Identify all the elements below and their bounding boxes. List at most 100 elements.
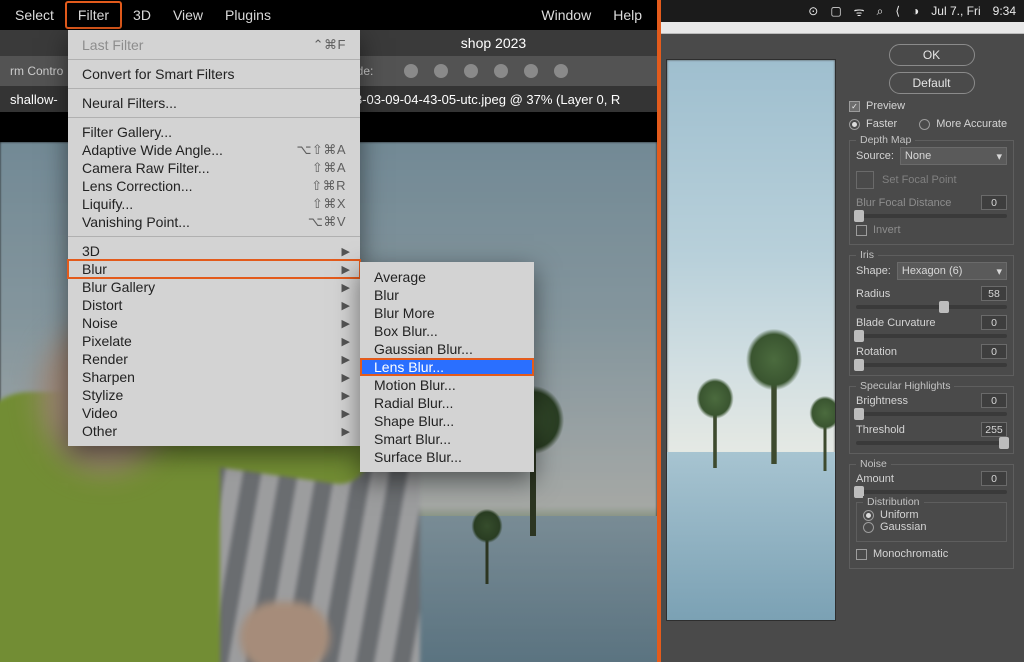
amount-slider[interactable]: [856, 490, 1007, 494]
lens-blur-preview: [661, 34, 841, 662]
faster-radio[interactable]: [849, 119, 860, 130]
lens-blur-controls: OK Default ✓ Preview Faster More Accurat…: [841, 34, 1024, 662]
tool-icon[interactable]: [524, 64, 538, 78]
shape-select[interactable]: Hexagon (6)▾: [897, 262, 1007, 280]
menu-vanishing-point[interactable]: Vanishing Point...⌥⌘V: [68, 213, 360, 231]
gaussian-label: Gaussian: [880, 521, 926, 533]
mac-menu-bar: ⊙ ▢ ᯤ ⌕ ⟨ ◑ Jul 7., Fri 9:34: [661, 0, 1024, 22]
recording-icon: ⊙: [808, 4, 818, 18]
preview-checkbox[interactable]: ✓: [849, 101, 860, 112]
menu-blur-gallery-sub[interactable]: Blur Gallery▶: [68, 278, 360, 296]
menu-filter-gallery[interactable]: Filter Gallery...: [68, 123, 360, 141]
battery-icon: ▢: [830, 4, 841, 18]
rotation-slider[interactable]: [856, 363, 1007, 367]
menu-window[interactable]: Window: [530, 3, 602, 27]
siri-icon[interactable]: ◑: [912, 4, 919, 18]
menu-plugins[interactable]: Plugins: [214, 3, 282, 27]
menu-adaptive-wide-angle[interactable]: Adaptive Wide Angle...⌥⇧⌘A: [68, 141, 360, 159]
uniform-radio[interactable]: [863, 510, 874, 521]
shape-label: Shape:: [856, 265, 891, 277]
radius-value[interactable]: 58: [981, 286, 1007, 301]
menu-stylize-sub[interactable]: Stylize▶: [68, 386, 360, 404]
menu-neural-filters[interactable]: Neural Filters...: [68, 94, 360, 112]
amount-value[interactable]: 0: [981, 471, 1007, 486]
menu-blur-gaussian[interactable]: Gaussian Blur...: [360, 340, 534, 358]
radius-slider[interactable]: [856, 305, 1007, 309]
blur-focal-value[interactable]: 0: [981, 195, 1007, 210]
filter-dropdown: Last Filter⌃⌘F Convert for Smart Filters…: [68, 30, 360, 446]
menu-convert-smart[interactable]: Convert for Smart Filters: [68, 65, 360, 83]
menu-select[interactable]: Select: [4, 3, 65, 27]
menubar: Select Filter 3D View Plugins Window Hel…: [0, 0, 657, 30]
menu-filter[interactable]: Filter: [65, 1, 122, 29]
blur-focal-label: Blur Focal Distance: [856, 197, 951, 209]
menu-view[interactable]: View: [162, 3, 214, 27]
tool-icon[interactable]: [494, 64, 508, 78]
more-accurate-label: More Accurate: [936, 118, 1007, 130]
tool-icon[interactable]: [464, 64, 478, 78]
distribution-group: Distribution Uniform Gaussian: [856, 502, 1007, 542]
depth-map-group: Depth Map Source: None▾ Set Focal Point …: [849, 140, 1014, 245]
status-time[interactable]: 9:34: [993, 4, 1016, 18]
control-center-icon[interactable]: ⟨: [895, 4, 900, 18]
menu-blur-smart[interactable]: Smart Blur...: [360, 430, 534, 448]
menu-lens-correction[interactable]: Lens Correction...⇧⌘R: [68, 177, 360, 195]
menu-liquify[interactable]: Liquify...⇧⌘X: [68, 195, 360, 213]
menu-blur-shape[interactable]: Shape Blur...: [360, 412, 534, 430]
menu-blur-motion[interactable]: Motion Blur...: [360, 376, 534, 394]
source-label: Source:: [856, 150, 894, 162]
default-button[interactable]: Default: [889, 72, 975, 94]
menu-render-sub[interactable]: Render▶: [68, 350, 360, 368]
menu-3d-sub[interactable]: 3D▶: [68, 242, 360, 260]
threshold-label: Threshold: [856, 424, 905, 436]
blur-focal-slider[interactable]: [856, 214, 1007, 218]
mono-label: Monochromatic: [873, 548, 948, 560]
brightness-value[interactable]: 0: [981, 393, 1007, 408]
menu-camera-raw[interactable]: Camera Raw Filter...⇧⌘A: [68, 159, 360, 177]
menu-distort-sub[interactable]: Distort▶: [68, 296, 360, 314]
tool-icon[interactable]: [554, 64, 568, 78]
ok-button[interactable]: OK: [889, 44, 975, 66]
tool-icon[interactable]: [404, 64, 418, 78]
threshold-slider[interactable]: [856, 441, 1007, 445]
menu-3d[interactable]: 3D: [122, 3, 162, 27]
menu-blur-box[interactable]: Box Blur...: [360, 322, 534, 340]
brightness-label: Brightness: [856, 395, 908, 407]
menu-blur-surface[interactable]: Surface Blur...: [360, 448, 534, 466]
menu-noise-sub[interactable]: Noise▶: [68, 314, 360, 332]
menu-blur-sub[interactable]: Blur▶: [68, 260, 360, 278]
threshold-value[interactable]: 255: [981, 422, 1007, 437]
invert-checkbox: [856, 225, 867, 236]
search-icon[interactable]: ⌕: [877, 4, 884, 19]
status-date[interactable]: Jul 7., Fri: [931, 4, 980, 18]
photoshop-window: Select Filter 3D View Plugins Window Hel…: [0, 0, 657, 662]
source-select[interactable]: None▾: [900, 147, 1007, 165]
rotation-value[interactable]: 0: [981, 344, 1007, 359]
mono-checkbox[interactable]: [856, 549, 867, 560]
gaussian-radio[interactable]: [863, 522, 874, 533]
menu-blur-radial[interactable]: Radial Blur...: [360, 394, 534, 412]
noise-group: Noise Amount 0 Distribution Uniform: [849, 464, 1014, 569]
blade-value[interactable]: 0: [981, 315, 1007, 330]
menu-blur-lens[interactable]: Lens Blur...: [360, 358, 534, 376]
set-focal-label: Set Focal Point: [882, 174, 957, 186]
blade-label: Blade Curvature: [856, 317, 936, 329]
more-accurate-radio[interactable]: [919, 119, 930, 130]
faster-label: Faster: [866, 118, 897, 130]
lens-blur-dialog: ⊙ ▢ ᯤ ⌕ ⟨ ◑ Jul 7., Fri 9:34 OK: [661, 0, 1024, 662]
menu-blur-average[interactable]: Average: [360, 268, 534, 286]
menu-blur-blur[interactable]: Blur: [360, 286, 534, 304]
menu-video-sub[interactable]: Video▶: [68, 404, 360, 422]
rotation-label: Rotation: [856, 346, 897, 358]
menu-sharpen-sub[interactable]: Sharpen▶: [68, 368, 360, 386]
tool-icon[interactable]: [434, 64, 448, 78]
blade-slider[interactable]: [856, 334, 1007, 338]
wifi-icon: ᯤ: [854, 3, 865, 20]
radius-label: Radius: [856, 288, 890, 300]
menu-blur-more[interactable]: Blur More: [360, 304, 534, 322]
menu-pixelate-sub[interactable]: Pixelate▶: [68, 332, 360, 350]
menu-help[interactable]: Help: [602, 3, 653, 27]
brightness-slider[interactable]: [856, 412, 1007, 416]
menu-other-sub[interactable]: Other▶: [68, 422, 360, 440]
menu-last-filter: Last Filter⌃⌘F: [68, 36, 360, 54]
